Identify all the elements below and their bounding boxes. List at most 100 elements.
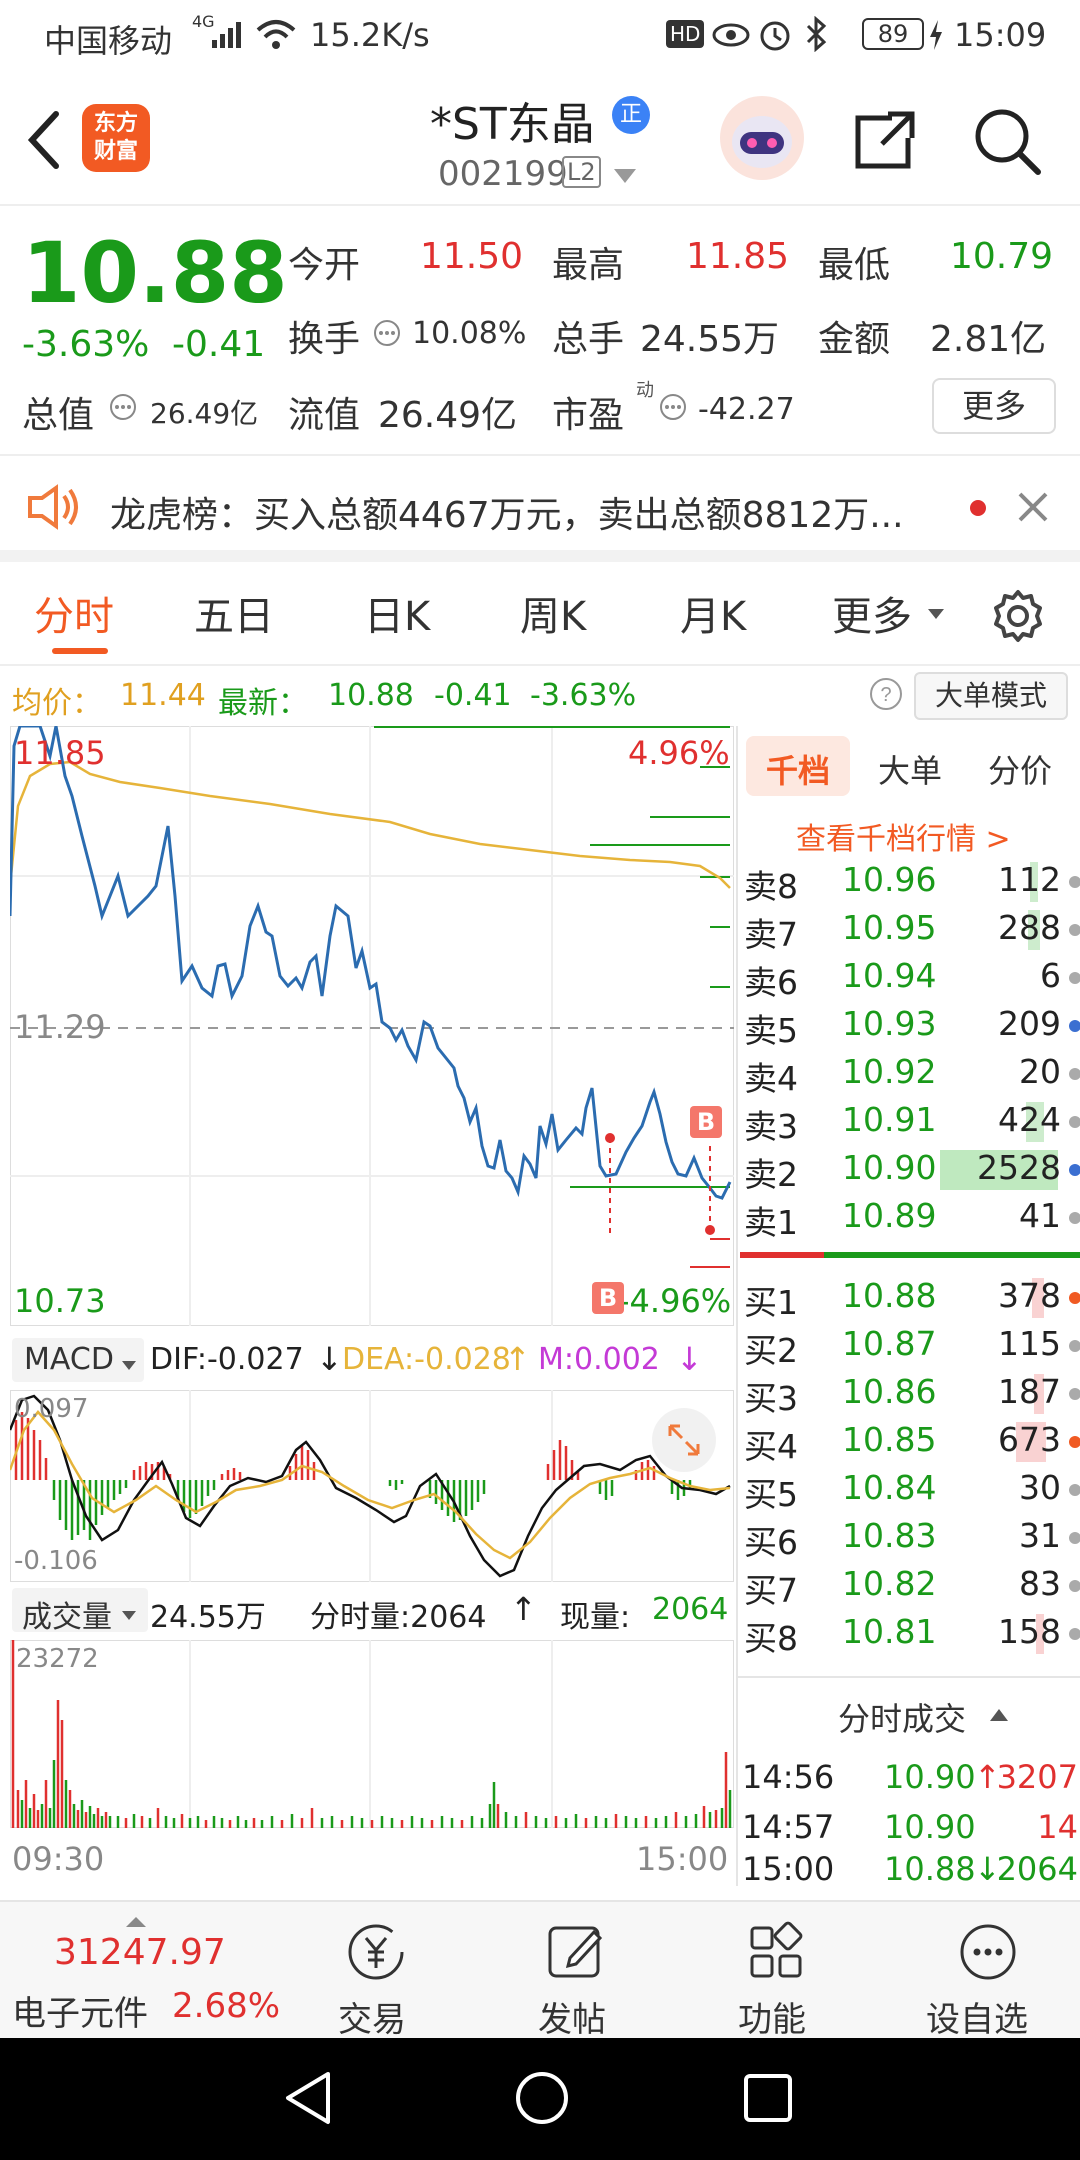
back-icon[interactable] [24, 110, 64, 174]
tab-five-day[interactable]: 五日 [194, 584, 274, 642]
trade-button[interactable]: 交易 [316, 1916, 436, 2040]
ask-row[interactable]: 卖2 10.90 2528 [740, 1144, 1080, 1194]
float-label: 流值 [288, 395, 361, 436]
chevron-up-icon[interactable] [126, 1912, 146, 1931]
header: 东方 财富 *ST东晶 正 002199 L2 [0, 74, 1080, 206]
add-watchlist-button[interactable]: 设自选 [916, 1916, 1066, 2040]
chevron-down-icon [928, 606, 944, 625]
info-icon[interactable] [108, 392, 138, 426]
status-dot [1069, 1020, 1080, 1032]
post-button[interactable]: 发帖 [516, 1916, 636, 2040]
status-dot [1069, 972, 1080, 984]
macd-m: M:0.002 [538, 1342, 660, 1377]
tick-trades[interactable]: 分时成交 14:56 10.90 ↑ 3207 14:57 10.90 14 1… [738, 1676, 1080, 1888]
volume-chart[interactable]: 23272 [10, 1640, 734, 1828]
time-start: 09:30 [12, 1840, 105, 1878]
volume-name: 成交量 [22, 1600, 112, 1635]
index-name[interactable]: 电子元件 [12, 1986, 148, 2035]
bid-row[interactable]: 买3 10.86 187 [740, 1368, 1080, 1418]
ask-row[interactable]: 卖6 10.94 6 [740, 952, 1080, 1002]
red-dot-icon [970, 500, 986, 516]
hd-badge: HD [666, 20, 705, 48]
robot-avatar[interactable] [720, 96, 804, 180]
latest-value: 10.88 [328, 678, 414, 713]
status-dot [1069, 1388, 1080, 1400]
side-tabs: 千档 大单 分价 [742, 732, 1078, 800]
tab-intraday[interactable]: 分时 [34, 584, 114, 642]
app-logo[interactable]: 东方 财富 [82, 104, 150, 172]
ask-row[interactable]: 卖5 10.93 209 [740, 1000, 1080, 1050]
gear-icon[interactable] [990, 588, 1046, 648]
time-end: 15:00 [636, 1840, 729, 1878]
dropdown-triangle-icon[interactable] [614, 168, 636, 187]
charging-icon [928, 18, 944, 60]
bid-row[interactable]: 买2 10.87 115 [740, 1320, 1080, 1370]
open-label: 今开 [288, 245, 361, 286]
ask-row[interactable]: 卖1 10.89 41 [740, 1192, 1080, 1242]
bid-row[interactable]: 买1 10.88 378 [740, 1272, 1080, 1322]
quote-panel: 10.88 -3.63% -0.41 今开 11.50 最高 11.85 最低 … [0, 206, 1080, 456]
change-pct: -3.63% [22, 324, 150, 365]
status-dot [1069, 1436, 1080, 1448]
status-dot [1069, 1164, 1080, 1176]
depth-quote-link[interactable]: 查看千档行情 > [796, 814, 1011, 858]
macd-chart[interactable]: 0.097 -0.106 [10, 1390, 734, 1582]
macd-m-arrow: ↓ [676, 1340, 703, 1378]
close-icon[interactable] [1016, 490, 1050, 528]
help-icon[interactable]: ? [868, 676, 904, 716]
chevron-down-icon [122, 1356, 136, 1375]
big-order-mode-button[interactable]: 大单模式 [914, 672, 1068, 720]
asks-list: 卖8 10.96 112 卖7 10.95 288 卖6 10.94 6 卖5 … [740, 856, 1080, 1252]
tab-monthly-k[interactable]: 月K [680, 584, 746, 642]
index-pct[interactable]: 2.68% [172, 1986, 280, 2026]
ask-row[interactable]: 卖7 10.95 288 [740, 904, 1080, 954]
b-marker[interactable]: B [690, 1106, 722, 1138]
expand-icon[interactable] [652, 1408, 716, 1472]
volume-chart-svg [10, 1640, 734, 1828]
chevron-down-icon [122, 1606, 136, 1625]
notice-bar[interactable]: 龙虎榜：买入总额4467万元，卖出总额8812万... [0, 456, 1080, 562]
more-button[interactable]: 更多 [932, 378, 1056, 434]
title-badge: 正 [612, 96, 650, 134]
battery: 89 [862, 18, 924, 50]
nav-recents-icon[interactable] [742, 2072, 794, 2128]
ask-row[interactable]: 卖4 10.92 20 [740, 1048, 1080, 1098]
price-info-bar: 均价： 11.44 最新： 10.88 -0.41 -3.63% ? 大单模式 [0, 666, 1080, 724]
trades-title: 分时成交 [838, 1700, 967, 1738]
side-tab-big-order[interactable]: 大单 [878, 746, 942, 792]
bids-list: 买1 10.88 378 买2 10.87 115 买3 10.86 187 买… [740, 1272, 1080, 1672]
stock-title: *ST东晶 [430, 99, 595, 150]
macd-dea: DEA:-0.028 [342, 1342, 511, 1377]
bid-row[interactable]: 买5 10.84 30 [740, 1464, 1080, 1514]
tab-weekly-k[interactable]: 周K [520, 584, 586, 642]
side-tab-price-dist[interactable]: 分价 [988, 746, 1052, 792]
functions-button[interactable]: 功能 [716, 1916, 836, 2040]
change-value: -0.41 [172, 324, 266, 365]
edit-icon [544, 1920, 608, 1988]
info-icon[interactable] [372, 318, 402, 352]
bid-row[interactable]: 买7 10.82 83 [740, 1560, 1080, 1610]
bid-row[interactable]: 买4 10.85 673 [740, 1416, 1080, 1466]
open-value: 11.50 [420, 236, 524, 277]
b-marker[interactable]: B [592, 1282, 624, 1314]
nav-back-icon[interactable] [280, 2068, 336, 2132]
ask-row[interactable]: 卖3 10.91 424 [740, 1096, 1080, 1146]
tab-more[interactable]: 更多 [832, 584, 912, 642]
bluetooth-icon [804, 15, 828, 60]
macd-bottom-value: -0.106 [14, 1546, 98, 1576]
pct-high-label: 4.96% [628, 734, 730, 772]
index-value[interactable]: 31247.97 [54, 1932, 226, 1973]
volume-header: 成交量 24.55万 分时量:2064 ↑ 现量: 2064 [10, 1582, 734, 1640]
signal-icon [212, 20, 248, 58]
side-tab-depth[interactable]: 千档 [766, 746, 830, 792]
nav-home-icon[interactable] [512, 2068, 572, 2132]
intraday-chart[interactable]: 11.85 11.29 10.73 4.96% -4.96% B B [10, 726, 734, 1326]
share-icon[interactable] [852, 108, 918, 176]
search-icon[interactable] [972, 106, 1042, 180]
info-icon[interactable] [658, 392, 688, 426]
volume-total: 24.55万 [150, 1600, 266, 1635]
bid-row[interactable]: 买8 10.81 158 [740, 1608, 1080, 1658]
tab-daily-k[interactable]: 日K [364, 584, 430, 642]
bid-row[interactable]: 买6 10.83 31 [740, 1512, 1080, 1562]
ask-row[interactable]: 卖8 10.96 112 [740, 856, 1080, 906]
